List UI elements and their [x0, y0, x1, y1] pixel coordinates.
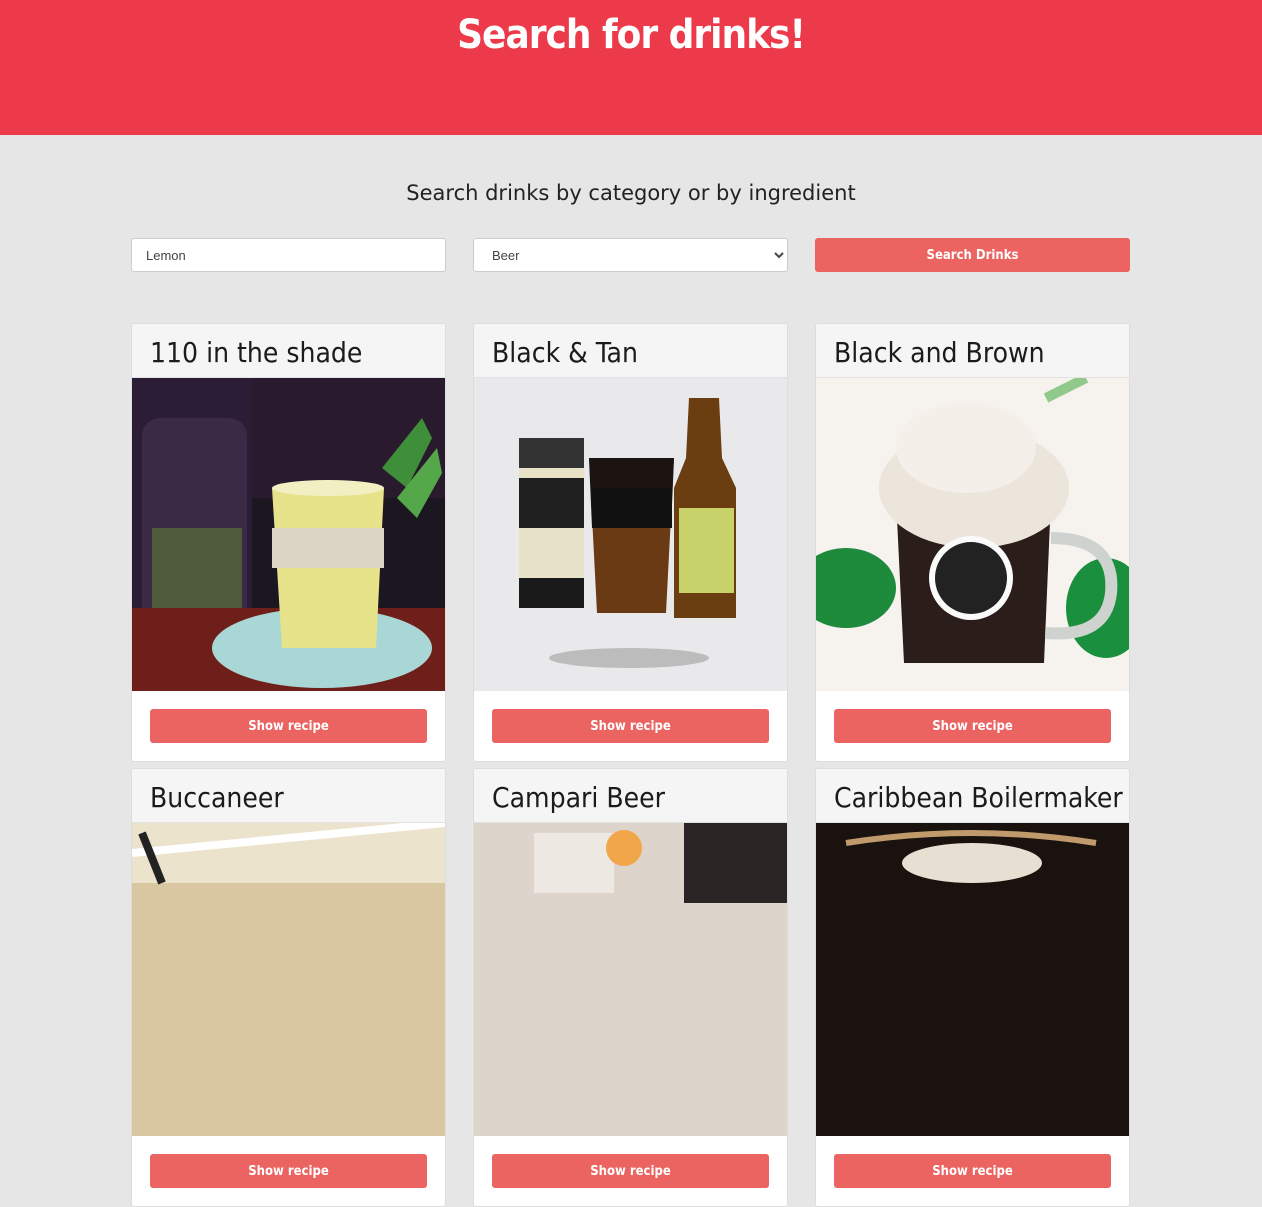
drink-card: Caribbean Boilermaker Show recipe [815, 768, 1130, 1207]
drink-name: Caribbean Boilermaker [816, 769, 1129, 823]
search-form: Beer Search Drinks [131, 238, 1131, 272]
drink-image [816, 823, 1129, 1136]
drink-image [132, 378, 445, 691]
drink-card-footer: Show recipe [816, 691, 1129, 761]
show-recipe-button[interactable]: Show recipe [150, 1154, 427, 1188]
page-header: Search for drinks! [0, 0, 1262, 135]
category-select[interactable]: Beer [473, 238, 788, 272]
drink-card: Black and Brown Show recipe [815, 323, 1130, 762]
drink-image [132, 823, 445, 1136]
drink-image [474, 378, 787, 691]
drink-name: 110 in the shade [132, 324, 445, 378]
drink-card-footer: Show recipe [816, 1136, 1129, 1206]
drink-name: Campari Beer [474, 769, 787, 823]
drink-image [474, 823, 787, 1136]
drink-image [816, 378, 1129, 691]
drink-card-footer: Show recipe [474, 691, 787, 761]
drink-name: Buccaneer [132, 769, 445, 823]
show-recipe-button[interactable]: Show recipe [492, 709, 769, 743]
drink-card-footer: Show recipe [132, 691, 445, 761]
show-recipe-button[interactable]: Show recipe [834, 1154, 1111, 1188]
drink-card-footer: Show recipe [132, 1136, 445, 1206]
drink-card-footer: Show recipe [474, 1136, 787, 1206]
ingredient-input[interactable] [131, 238, 446, 272]
drink-card: 110 in the shade Show recipe [131, 323, 446, 762]
drink-name: Black and Brown [816, 324, 1129, 378]
page-title: Search for drinks! [457, 12, 806, 58]
drink-card: Black & Tan Show recipe [473, 323, 788, 762]
drink-name: Black & Tan [474, 324, 787, 378]
drink-card: Campari Beer Show recipe [473, 768, 788, 1207]
drink-card: Buccaneer Show recipe [131, 768, 446, 1207]
show-recipe-button[interactable]: Show recipe [834, 709, 1111, 743]
show-recipe-button[interactable]: Show recipe [492, 1154, 769, 1188]
search-drinks-button[interactable]: Search Drinks [815, 238, 1130, 272]
search-subtitle: Search drinks by category or by ingredie… [406, 181, 856, 205]
show-recipe-button[interactable]: Show recipe [150, 709, 427, 743]
